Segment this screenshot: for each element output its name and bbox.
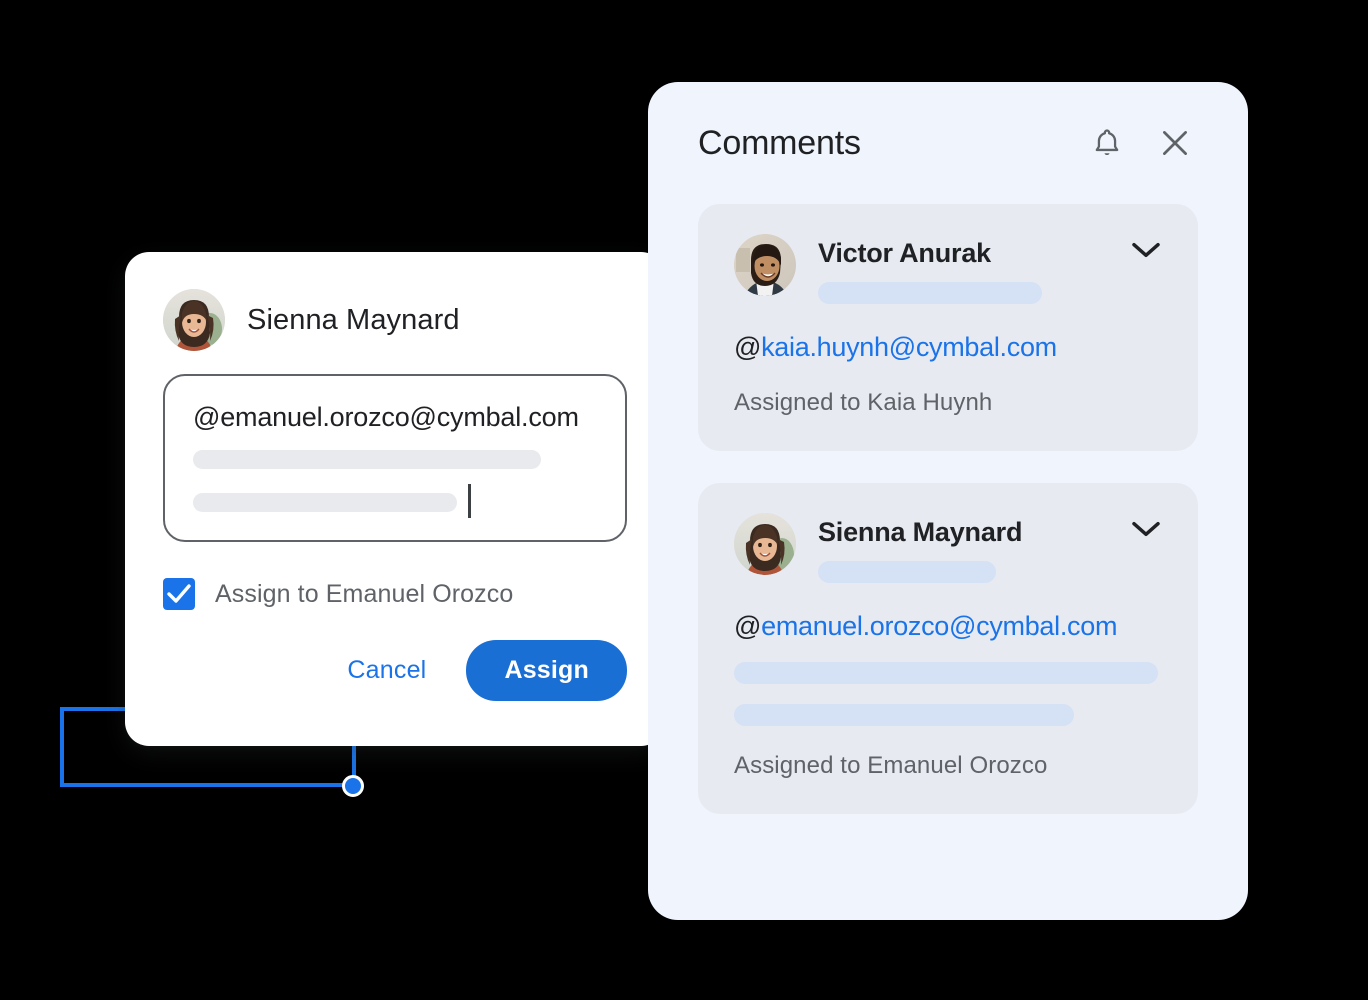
sienna-maynard-avatar	[163, 289, 225, 351]
assign-checkbox-row[interactable]: Assign to Emanuel Orozco	[163, 578, 627, 610]
comment-assigned-text: Assigned to Emanuel Orozco	[734, 752, 1162, 780]
mention-at-symbol: @	[734, 332, 761, 362]
assign-checkbox[interactable]	[163, 578, 195, 610]
comment-author-name: Victor Anurak	[818, 238, 991, 268]
comment-card[interactable]: Sienna Maynard @emanuel.orozco@cymbal.co…	[698, 483, 1198, 814]
dialog-author-name: Sienna Maynard	[247, 304, 460, 337]
comment-assigned-text: Assigned to Kaia Huynh	[734, 389, 1162, 417]
assign-comment-dialog: Sienna Maynard @emanuel.orozco@cymbal.co…	[125, 252, 665, 746]
comment-card-header: Sienna Maynard	[734, 513, 1162, 583]
dialog-actions: Cancel Assign	[163, 640, 627, 701]
chevron-down-icon[interactable]	[1130, 513, 1162, 544]
comment-input-caret-row	[193, 469, 597, 518]
chevron-down-icon[interactable]	[1130, 234, 1162, 265]
comments-panel-header: Comments	[698, 82, 1198, 204]
assign-button[interactable]: Assign	[466, 640, 627, 701]
text-caret	[468, 484, 471, 518]
victor-anurak-avatar	[734, 234, 796, 296]
dialog-author-row: Sienna Maynard	[163, 288, 627, 352]
comment-meta-placeholder-bar	[818, 561, 996, 583]
comment-input[interactable]: @emanuel.orozco@cymbal.com	[163, 374, 627, 542]
comment-mention: @kaia.huynh@cymbal.com	[734, 332, 1162, 363]
comment-body-placeholder-bar	[734, 662, 1158, 684]
anchor-handle[interactable]	[342, 775, 364, 797]
close-icon[interactable]	[1152, 120, 1198, 166]
comment-body-placeholder-bar	[193, 493, 457, 512]
comment-body-placeholder-bar	[734, 704, 1074, 726]
comment-card-identity: Victor Anurak	[818, 234, 1108, 304]
comments-panel: Comments	[648, 82, 1248, 920]
assign-checkbox-label: Assign to Emanuel Orozco	[215, 580, 513, 609]
comment-card-header: Victor Anurak	[734, 234, 1162, 304]
check-icon	[167, 583, 191, 605]
comment-meta-placeholder-bar	[818, 282, 1042, 304]
comment-card[interactable]: Victor Anurak @kaia.huynh@cymbal.com Ass…	[698, 204, 1198, 451]
mention-address[interactable]: emanuel.orozco@cymbal.com	[761, 611, 1117, 641]
cancel-button[interactable]: Cancel	[321, 642, 452, 699]
mention-at-symbol: @	[734, 611, 761, 641]
comment-mention: @emanuel.orozco@cymbal.com	[734, 611, 1162, 642]
comment-input-value: @emanuel.orozco@cymbal.com	[193, 402, 597, 433]
comment-card-identity: Sienna Maynard	[818, 513, 1108, 583]
sienna-maynard-avatar	[734, 513, 796, 575]
mention-address[interactable]: kaia.huynh@cymbal.com	[761, 332, 1057, 362]
comment-body-placeholder-bar	[193, 450, 541, 469]
comment-author-name: Sienna Maynard	[818, 517, 1022, 547]
page-title: Comments	[698, 124, 1084, 163]
bell-icon[interactable]	[1084, 120, 1130, 166]
